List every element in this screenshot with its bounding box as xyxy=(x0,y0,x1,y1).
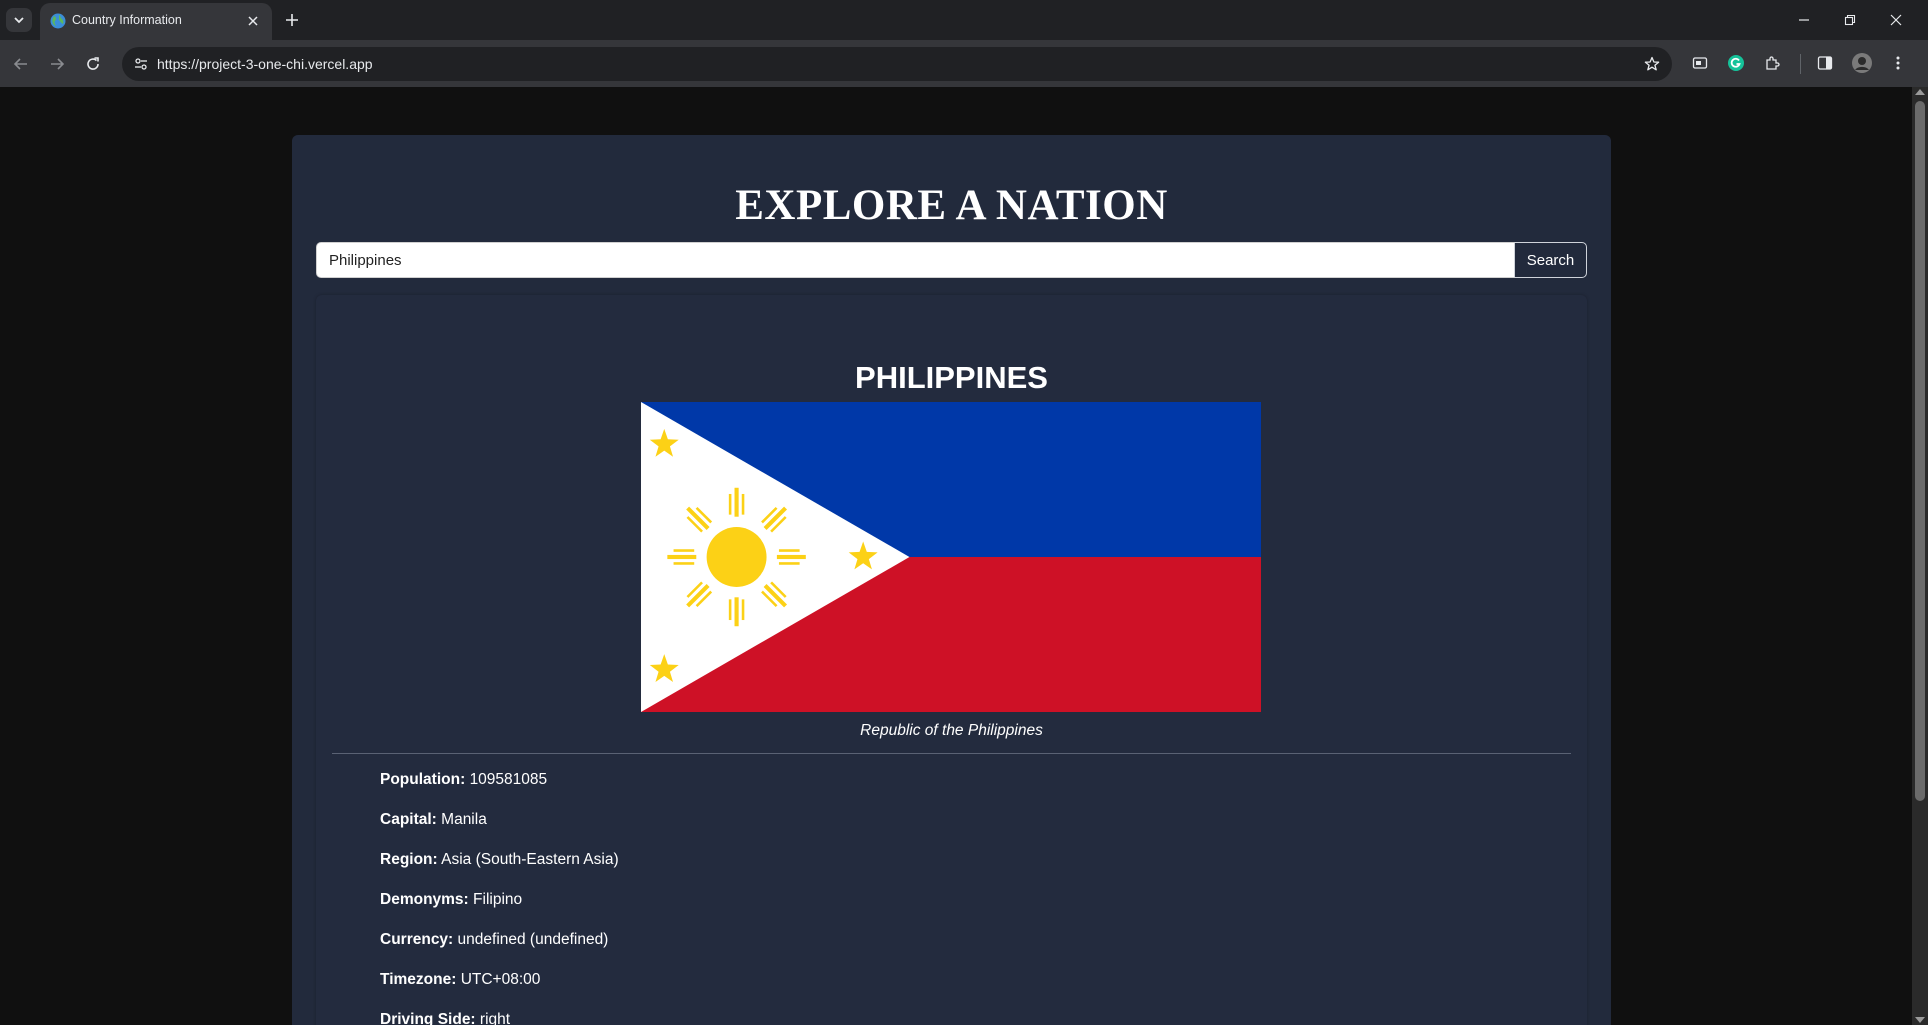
detail-population: Population: 109581085 xyxy=(380,770,619,810)
address-bar[interactable]: https://project-3-one-chi.vercel.app xyxy=(122,47,1672,81)
back-button[interactable] xyxy=(9,52,33,76)
search-button[interactable]: Search xyxy=(1514,242,1587,278)
forward-button[interactable] xyxy=(45,52,69,76)
detail-driving-side: Driving Side: right xyxy=(380,1010,619,1025)
detail-currency: Currency: undefined (undefined) xyxy=(380,930,619,970)
close-icon xyxy=(1890,14,1902,26)
url-text[interactable]: https://project-3-one-chi.vercel.app xyxy=(157,56,373,72)
active-tab[interactable]: Country Information xyxy=(40,3,272,40)
detail-value: Asia (South-Eastern Asia) xyxy=(441,851,619,868)
detail-label: Currency: xyxy=(380,931,454,948)
tab-close-button[interactable] xyxy=(244,12,262,30)
detail-region: Region: Asia (South-Eastern Asia) xyxy=(380,850,619,890)
grammarly-button[interactable] xyxy=(1724,51,1748,75)
forward-icon xyxy=(51,58,65,70)
reload-button[interactable] xyxy=(81,52,105,76)
toolbar-separator xyxy=(1800,54,1801,74)
page-viewport: EXPLORE A NATION Search PHILIPPINES xyxy=(0,87,1928,1025)
restore-button[interactable] xyxy=(1838,8,1862,32)
detail-label: Region: xyxy=(380,851,438,868)
tab-title: Country Information xyxy=(72,13,182,27)
extensions-button[interactable] xyxy=(1760,51,1784,75)
scroll-thumb[interactable] xyxy=(1915,101,1925,801)
close-window-button[interactable] xyxy=(1884,8,1908,32)
detail-label: Demonyms: xyxy=(380,891,469,908)
detail-label: Driving Side: xyxy=(380,1011,476,1025)
detail-value: 109581085 xyxy=(469,771,548,788)
detail-value: right xyxy=(479,1011,511,1025)
main-container: EXPLORE A NATION Search PHILIPPINES xyxy=(292,135,1611,1025)
browser-toolbar: https://project-3-one-chi.vercel.app xyxy=(0,40,1928,87)
star-icon xyxy=(1644,56,1660,71)
detail-label: Population: xyxy=(380,771,466,788)
extensions-icon xyxy=(1766,56,1780,70)
scroll-down-arrow-icon[interactable] xyxy=(1915,1017,1925,1023)
detail-label: Timezone: xyxy=(380,971,457,988)
globe-favicon xyxy=(50,13,66,29)
country-card: PHILIPPINES Republic of the Philippines … xyxy=(316,295,1587,1025)
vertical-scrollbar[interactable] xyxy=(1912,87,1928,1025)
detail-timezone: Timezone: UTC+08:00 xyxy=(380,970,619,1010)
media-button[interactable] xyxy=(1688,51,1712,75)
divider xyxy=(332,753,1571,754)
detail-value: UTC+08:00 xyxy=(460,971,541,988)
detail-value: Filipino xyxy=(473,891,523,908)
menu-icon xyxy=(1896,56,1900,70)
site-info-button[interactable] xyxy=(132,55,150,73)
plus-icon xyxy=(286,14,298,26)
bookmark-button[interactable] xyxy=(1642,54,1662,74)
search-input[interactable] xyxy=(316,242,1515,278)
minimize-button[interactable] xyxy=(1792,8,1816,32)
grammarly-icon xyxy=(1728,55,1744,71)
reload-icon xyxy=(87,57,99,70)
country-name: PHILIPPINES xyxy=(855,360,1048,395)
minimize-icon xyxy=(1799,19,1809,21)
chevron-down-icon xyxy=(14,17,24,24)
detail-capital: Capital: Manila xyxy=(380,810,619,850)
country-details: Population: 109581085 Capital: Manila Re… xyxy=(380,770,619,1025)
page-title: EXPLORE A NATION xyxy=(735,182,1168,229)
media-icon xyxy=(1692,57,1708,69)
official-name: Republic of the Philippines xyxy=(860,722,1043,739)
country-flag-image xyxy=(641,402,1261,712)
back-icon xyxy=(13,58,27,70)
new-tab-button[interactable] xyxy=(282,10,302,30)
side-panel-button[interactable] xyxy=(1813,51,1837,75)
profile-avatar xyxy=(1852,53,1872,73)
close-icon xyxy=(248,16,258,26)
detail-value: undefined (undefined) xyxy=(457,931,609,948)
detail-label: Capital: xyxy=(380,811,437,828)
scroll-up-arrow-icon[interactable] xyxy=(1915,89,1925,95)
tab-strip: Country Information xyxy=(0,0,1928,40)
profile-button[interactable] xyxy=(1850,51,1874,75)
site-info-icon xyxy=(135,58,147,70)
tab-list-button[interactable] xyxy=(6,8,32,32)
restore-icon xyxy=(1844,14,1856,26)
side-panel-icon xyxy=(1817,56,1833,70)
detail-demonyms: Demonyms: Filipino xyxy=(380,890,619,930)
detail-value: Manila xyxy=(441,811,487,828)
menu-button[interactable] xyxy=(1886,51,1910,75)
